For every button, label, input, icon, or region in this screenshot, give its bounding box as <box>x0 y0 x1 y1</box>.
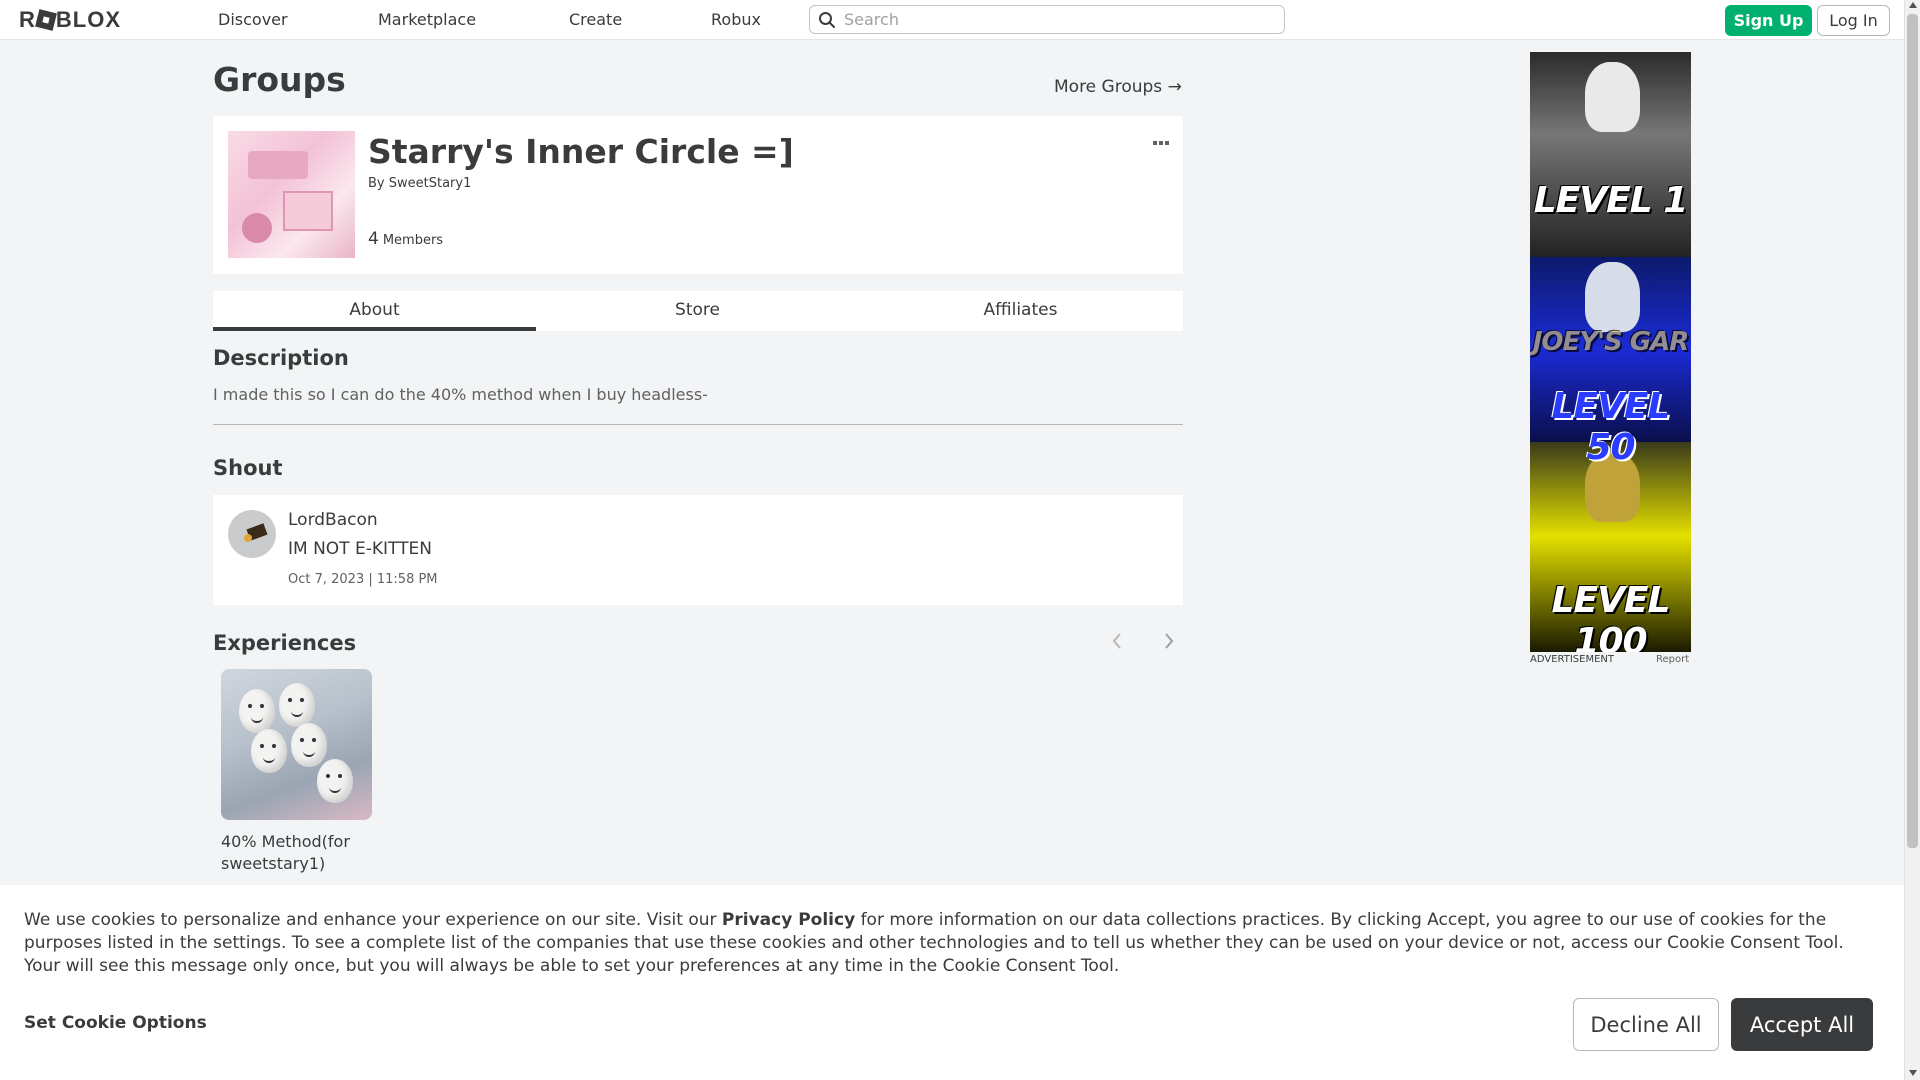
tab-affiliates[interactable]: Affiliates <box>859 291 1182 331</box>
cookie-text-part: We use cookies to personalize and enhanc… <box>24 910 722 930</box>
shout-timestamp: Oct 7, 2023 | 11:58 PM <box>288 572 438 587</box>
more-options-icon[interactable] <box>1153 130 1173 145</box>
advertisement-banner[interactable]: LEVEL 1 JOEY'S GAR LEVEL 50 LEVEL 100 <box>1530 52 1691 652</box>
group-name: Starry's Inner Circle =] <box>368 132 794 171</box>
description-heading: Description <box>213 346 349 370</box>
section-divider <box>213 424 1183 425</box>
ad-text: JOEY'S GAR <box>1532 327 1690 357</box>
group-tabs: About Store Affiliates <box>213 291 1183 331</box>
experience-thumbnail <box>221 669 372 820</box>
nav-create[interactable]: Create <box>569 10 622 29</box>
cookie-text: We use cookies to personalize and enhanc… <box>24 909 1884 978</box>
page-scrollbar[interactable] <box>1904 0 1920 1080</box>
advertisement-label: ADVERTISEMENT <box>1530 654 1615 665</box>
shout-message: IM NOT E-KITTEN <box>288 539 432 559</box>
search-icon <box>819 12 835 28</box>
set-cookie-options-link[interactable]: Set Cookie Options <box>24 1013 207 1033</box>
chevron-right-icon[interactable] <box>1162 631 1176 651</box>
by-label: By <box>368 176 385 191</box>
privacy-policy-link[interactable]: Privacy Policy <box>722 910 855 930</box>
experiences-heading: Experiences <box>213 631 357 655</box>
nav-marketplace[interactable]: Marketplace <box>378 10 476 29</box>
group-members: 4 Members <box>368 229 443 249</box>
page-title: Groups <box>213 60 346 99</box>
scrollbar-thumb[interactable] <box>1907 14 1918 848</box>
tab-store[interactable]: Store <box>536 291 859 331</box>
ad-text: LEVEL 50 <box>1551 386 1671 468</box>
owner-link[interactable]: SweetStary1 <box>389 176 472 191</box>
group-emblem-image <box>228 131 355 258</box>
tab-about[interactable]: About <box>213 291 536 331</box>
ad-text: LEVEL 100 <box>1551 580 1671 652</box>
decline-all-button[interactable]: Decline All <box>1573 998 1719 1051</box>
shout-card: LordBacon IM NOT E-KITTEN Oct 7, 2023 | … <box>213 495 1183 605</box>
search-box <box>809 5 1285 34</box>
shout-username[interactable]: LordBacon <box>288 510 378 530</box>
chevron-left-icon[interactable] <box>1110 631 1124 651</box>
report-ad-link[interactable]: Report <box>1656 654 1689 665</box>
member-count: 4 <box>368 229 379 249</box>
accept-all-button[interactable]: Accept All <box>1731 998 1873 1051</box>
group-header-card: Starry's Inner Circle =] By SweetStary1 … <box>213 116 1183 274</box>
group-description: I made this so I can do the 40% method w… <box>213 385 708 404</box>
nav-discover[interactable]: Discover <box>218 10 288 29</box>
ad-text: LEVEL 1 <box>1533 180 1689 221</box>
group-owner: By SweetStary1 <box>368 176 471 191</box>
avatar[interactable] <box>228 510 276 558</box>
experience-card[interactable]: 40% Method(for sweetstary1) <box>221 669 372 875</box>
members-label: Members <box>382 233 444 248</box>
top-navigation-bar: R BLOX Discover Marketplace Create Robux … <box>0 0 1904 40</box>
cookie-consent-banner: We use cookies to personalize and enhanc… <box>0 885 1904 1080</box>
scroll-up-icon[interactable] <box>1909 2 1917 8</box>
search-input[interactable] <box>844 8 1274 31</box>
roblox-logo[interactable]: R BLOX <box>19 7 121 33</box>
sign-up-button[interactable]: Sign Up <box>1725 5 1812 36</box>
experience-name: 40% Method(for sweetstary1) <box>221 832 350 873</box>
nav-robux[interactable]: Robux <box>711 10 761 29</box>
log-in-button[interactable]: Log In <box>1817 5 1890 36</box>
scroll-down-icon[interactable] <box>1909 1070 1917 1076</box>
shout-heading: Shout <box>213 456 283 480</box>
more-groups-link[interactable]: More Groups → <box>1054 77 1182 97</box>
